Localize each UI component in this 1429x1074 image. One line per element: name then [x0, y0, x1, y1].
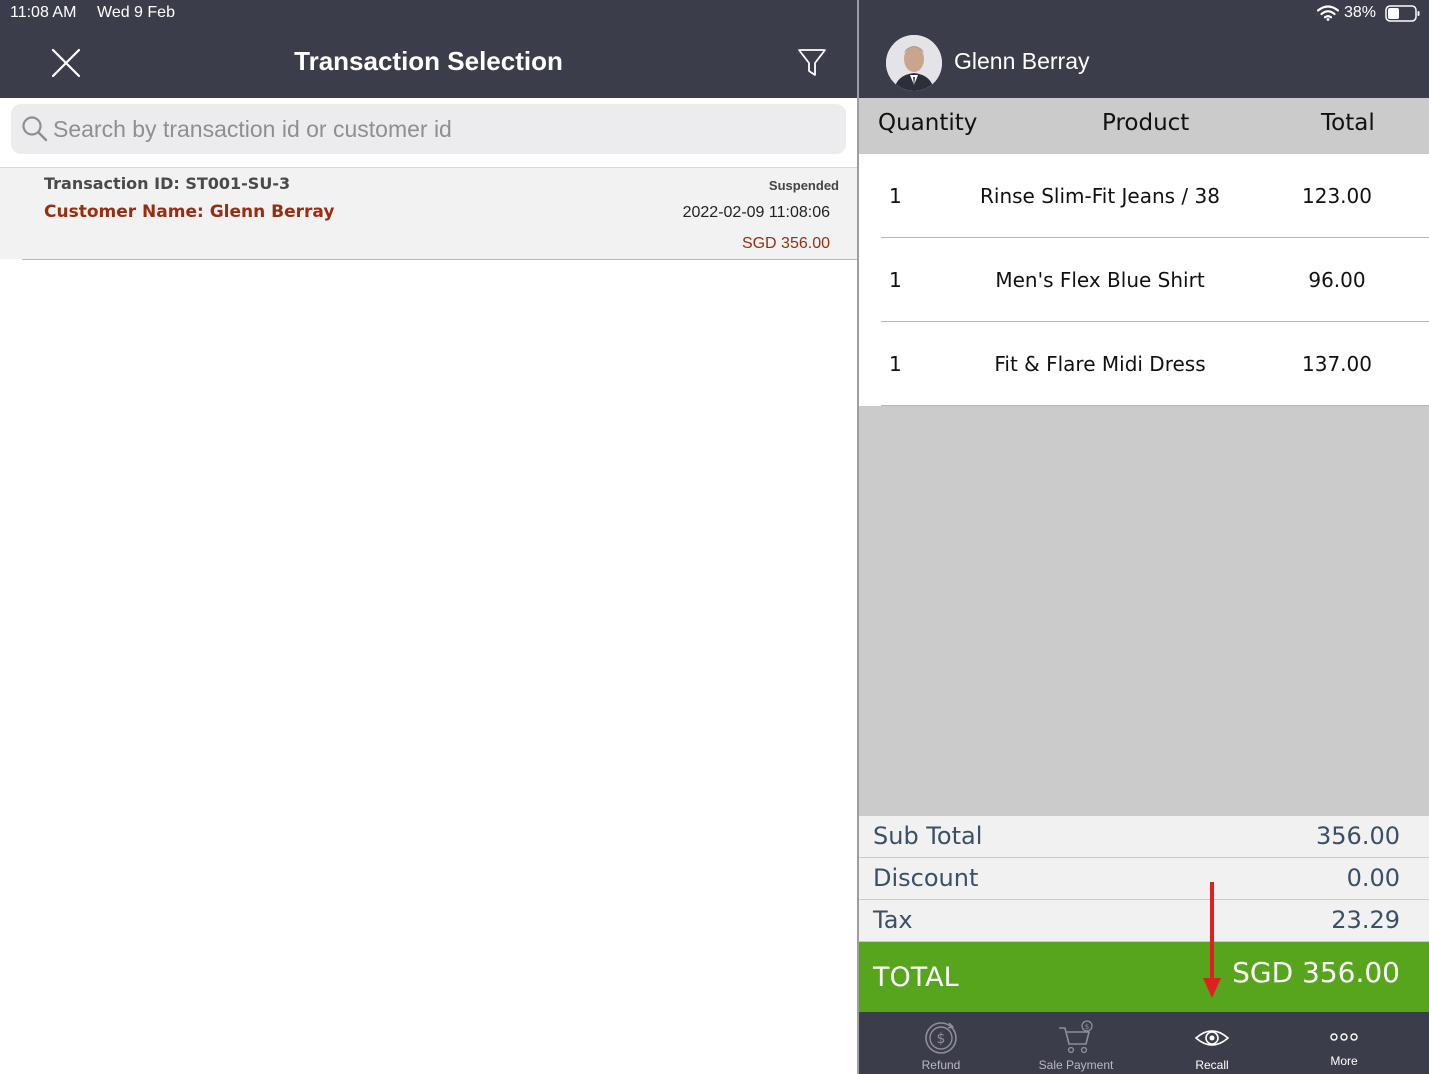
subtotal-label: Sub Total: [873, 822, 983, 850]
item-quantity: 1: [889, 352, 902, 376]
transaction-amount: SGD 356.00: [741, 235, 830, 252]
more-label: More: [1330, 1054, 1358, 1068]
annotation-arrow: [1203, 882, 1221, 998]
tax-value: 23.29: [1331, 906, 1400, 934]
item-product: Fit & Flare Midi Dress: [994, 352, 1206, 376]
column-product: Product: [1102, 110, 1190, 136]
column-quantity: Quantity: [878, 110, 978, 136]
row-divider: [881, 405, 1429, 406]
cart-items-list: 1 Rinse Slim-Fit Jeans / 38 123.00 1 Men…: [859, 154, 1429, 406]
left-header: 11:08 AM Wed 9 Feb Transaction Selection: [0, 0, 857, 98]
total-value: SGD 356.00: [1232, 956, 1400, 989]
tax-row: Tax 23.29: [859, 900, 1429, 942]
recall-label: Recall: [1195, 1058, 1229, 1072]
sale-payment-button[interactable]: $ Sale Payment: [1021, 1012, 1131, 1074]
customer-photo-icon: [886, 35, 942, 91]
search-bar: [11, 104, 846, 154]
page-title: Transaction Selection: [294, 46, 563, 76]
recall-icon: [1194, 1030, 1230, 1046]
right-header: 38% Glenn Berray: [859, 0, 1429, 98]
filter-button[interactable]: [796, 46, 828, 80]
sale-payment-icon: $: [1059, 1020, 1093, 1054]
cart-item-row[interactable]: 1 Rinse Slim-Fit Jeans / 38 123.00: [859, 154, 1429, 238]
status-time: 11:08 AM: [10, 4, 77, 21]
customer-name: Glenn Berray: [954, 48, 1090, 74]
column-total: Total: [1321, 110, 1375, 136]
item-total: 123.00: [1302, 184, 1372, 208]
avatar[interactable]: [886, 35, 942, 91]
svg-text:$: $: [1085, 1023, 1089, 1031]
transaction-row[interactable]: Transaction ID: ST001-SU-3 Customer Name…: [0, 167, 857, 260]
filter-icon: [798, 49, 826, 76]
item-product: Men's Flex Blue Shirt: [995, 268, 1205, 292]
cart-panel: 38% Glenn Berray Quantity Product Total …: [859, 0, 1429, 1074]
item-quantity: 1: [889, 268, 902, 292]
more-icon: [1330, 1033, 1358, 1041]
transaction-id: Transaction ID: ST001-SU-3: [44, 174, 291, 193]
item-total: 137.00: [1302, 352, 1372, 376]
transaction-selection-panel: 11:08 AM Wed 9 Feb Transaction Selection…: [0, 0, 857, 1074]
status-date: Wed 9 Feb: [97, 4, 175, 21]
item-total: 96.00: [1308, 268, 1366, 292]
cart-summary: Sub Total 356.00 Discount 0.00 Tax 23.29: [859, 816, 1429, 942]
item-product: Rinse Slim-Fit Jeans / 38: [980, 184, 1220, 208]
row-divider: [22, 259, 857, 260]
battery-icon: [1385, 5, 1420, 22]
discount-value: 0.00: [1346, 864, 1400, 892]
more-button[interactable]: More: [1299, 1012, 1389, 1074]
battery-percentage: 38%: [1344, 4, 1377, 21]
item-quantity: 1: [889, 184, 902, 208]
sale-payment-label: Sale Payment: [1038, 1058, 1114, 1072]
subtotal-value: 356.00: [1316, 822, 1400, 850]
discount-row[interactable]: Discount 0.00: [859, 858, 1429, 900]
transaction-customer-name: Customer Name: Glenn Berray: [44, 202, 335, 222]
cart-item-row[interactable]: 1 Fit & Flare Midi Dress 137.00: [859, 322, 1429, 406]
recall-button[interactable]: Recall: [1167, 1012, 1257, 1074]
svg-text:$: $: [937, 1031, 946, 1047]
subtotal-row: Sub Total 356.00: [859, 816, 1429, 858]
refund-icon: $: [925, 1022, 957, 1054]
cart-table-header: Quantity Product Total: [859, 98, 1429, 154]
cart-item-row[interactable]: 1 Men's Flex Blue Shirt 96.00: [859, 238, 1429, 322]
wifi-icon: [1317, 5, 1339, 21]
refund-button[interactable]: $ Refund: [896, 1012, 986, 1074]
discount-label: Discount: [873, 864, 979, 892]
total-label: TOTAL: [873, 962, 959, 993]
bottom-nav: $ Refund $ Sale Payment Recall More: [859, 1012, 1429, 1074]
total-bar[interactable]: TOTAL SGD 356.00: [859, 942, 1429, 1012]
transaction-datetime: 2022-02-09 11:08:06: [682, 204, 830, 221]
refund-label: Refund: [921, 1058, 961, 1072]
search-input[interactable]: [53, 112, 833, 146]
transaction-status: Suspended: [768, 178, 839, 193]
tax-label: Tax: [873, 906, 913, 934]
search-icon: [22, 116, 48, 142]
